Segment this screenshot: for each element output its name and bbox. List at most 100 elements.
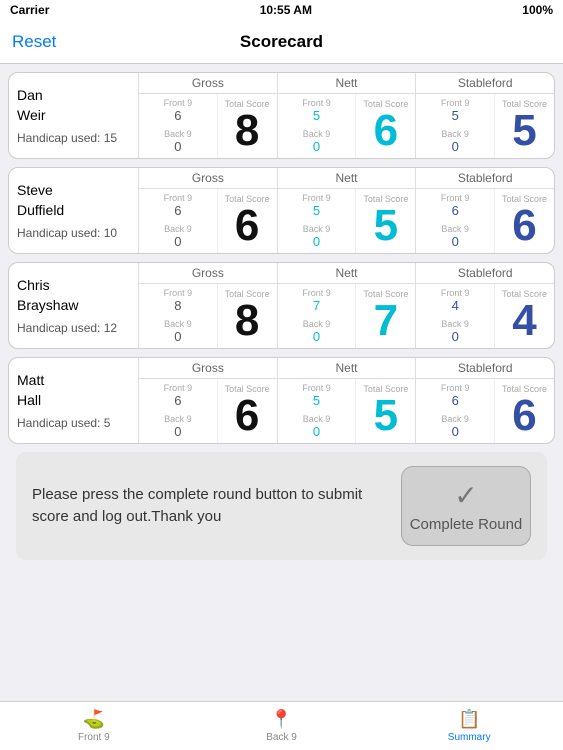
gross-back-0: Back 9 0 (141, 129, 215, 154)
gross-total-0: Total Score 8 (217, 94, 277, 158)
stableford-total-num-1: 6 (512, 204, 536, 248)
reset-button[interactable]: Reset (12, 32, 56, 52)
player-card-3: MattHall Handicap used: 5 Gross Nett Sta… (8, 357, 555, 444)
stableford-header-3: Stableford (415, 358, 554, 378)
nett-total-2: Total Score 7 (355, 284, 415, 348)
score-body-0: Front 9 6 Back 9 0 Total Score 8 (139, 94, 554, 158)
gross-total-2: Total Score 8 (217, 284, 277, 348)
stableford-back-3: Back 9 0 (418, 414, 492, 439)
gross-total-1: Total Score 6 (217, 189, 277, 253)
gross-section-1: Front 9 6 Back 9 0 Total Score 6 (139, 189, 277, 253)
player-card-2: ChrisBrayshaw Handicap used: 12 Gross Ne… (8, 262, 555, 349)
gross-header-3: Gross (139, 358, 277, 378)
tab-summary-label: Summary (448, 732, 491, 743)
gross-total-3: Total Score 6 (217, 379, 277, 443)
stableford-front-3: Front 9 6 (418, 383, 492, 408)
stableford-total-3: Total Score 6 (494, 379, 554, 443)
stableford-front-2: Front 9 4 (418, 288, 492, 313)
status-bar: Carrier 10:55 AM 100% (0, 0, 563, 20)
stableford-section-1: Front 9 6 Back 9 0 Total Score 6 (415, 189, 554, 253)
player-handicap-1: Handicap used: 10 (17, 226, 130, 240)
player-info-2: ChrisBrayshaw Handicap used: 12 (9, 263, 139, 348)
checkmark-icon: ✓ (454, 479, 477, 512)
flag-icon: ⛳ (83, 709, 105, 730)
gross-section-0: Front 9 6 Back 9 0 Total Score 8 (139, 94, 277, 158)
stableford-halves-2: Front 9 4 Back 9 0 (416, 284, 494, 348)
stableford-total-0: Total Score 5 (494, 94, 554, 158)
stableford-header-1: Stableford (415, 168, 554, 188)
gross-total-num-0: 8 (235, 109, 259, 153)
stableford-back-2: Back 9 0 (418, 319, 492, 344)
tab-front9-label: Front 9 (78, 732, 110, 743)
gross-halves-1: Front 9 6 Back 9 0 (139, 189, 217, 253)
nett-section-1: Front 9 5 Back 9 0 Total Score 5 (277, 189, 416, 253)
stableford-total-num-0: 5 (512, 109, 536, 153)
gross-front-1: Front 9 6 (141, 193, 215, 218)
section-headers-3: Gross Nett Stableford (139, 358, 554, 379)
gross-total-num-2: 8 (235, 299, 259, 343)
player-cards-container: DanWeir Handicap used: 15 Gross Nett Sta… (8, 72, 555, 444)
nett-section-2: Front 9 7 Back 9 0 Total Score 7 (277, 284, 416, 348)
stableford-front-1: Front 9 6 (418, 193, 492, 218)
nav-bar: Reset Scorecard (0, 20, 563, 64)
section-headers-2: Gross Nett Stableford (139, 263, 554, 284)
player-name-0: DanWeir (17, 86, 130, 125)
nett-section-3: Front 9 5 Back 9 0 Total Score 5 (277, 379, 416, 443)
gross-total-num-3: 6 (235, 394, 259, 438)
player-card-1: SteveDuffield Handicap used: 10 Gross Ne… (8, 167, 555, 254)
player-info-1: SteveDuffield Handicap used: 10 (9, 168, 139, 253)
tab-back9[interactable]: 📍 Back 9 (188, 702, 376, 750)
doc-icon: 📋 (458, 709, 480, 730)
section-headers-0: Gross Nett Stableford (139, 73, 554, 94)
gross-back-2: Back 9 0 (141, 319, 215, 344)
gross-back-3: Back 9 0 (141, 414, 215, 439)
nett-back-1: Back 9 0 (280, 224, 354, 249)
gross-total-num-1: 6 (235, 204, 259, 248)
gross-halves-3: Front 9 6 Back 9 0 (139, 379, 217, 443)
player-scores-1: Gross Nett Stableford Front 9 6 Ba (139, 168, 554, 253)
nett-front-0: Front 9 5 (280, 98, 354, 123)
nett-header-2: Nett (277, 263, 416, 283)
complete-round-button[interactable]: ✓ Complete Round (401, 466, 531, 546)
score-body-2: Front 9 8 Back 9 0 Total Score 8 (139, 284, 554, 348)
nett-halves-1: Front 9 5 Back 9 0 (278, 189, 356, 253)
nett-total-num-0: 6 (374, 109, 398, 153)
stableford-back-0: Back 9 0 (418, 129, 492, 154)
player-name-2: ChrisBrayshaw (17, 276, 130, 315)
stableford-section-0: Front 9 5 Back 9 0 Total Score 5 (415, 94, 554, 158)
gross-halves-2: Front 9 8 Back 9 0 (139, 284, 217, 348)
tab-summary[interactable]: 📋 Summary (375, 702, 563, 750)
tab-front9[interactable]: ⛳ Front 9 (0, 702, 188, 750)
stableford-section-3: Front 9 6 Back 9 0 Total Score 6 (415, 379, 554, 443)
nett-front-1: Front 9 5 (280, 193, 354, 218)
stableford-halves-0: Front 9 5 Back 9 0 (416, 94, 494, 158)
stableford-front-0: Front 9 5 (418, 98, 492, 123)
gross-front-3: Front 9 6 (141, 383, 215, 408)
stableford-back-1: Back 9 0 (418, 224, 492, 249)
nett-header-3: Nett (277, 358, 416, 378)
gross-header-0: Gross (139, 73, 277, 93)
gross-section-2: Front 9 8 Back 9 0 Total Score 8 (139, 284, 277, 348)
pin-icon: 📍 (270, 709, 292, 730)
complete-round-section: Please press the complete round button t… (16, 452, 547, 560)
score-body-3: Front 9 6 Back 9 0 Total Score 6 (139, 379, 554, 443)
gross-front-2: Front 9 8 (141, 288, 215, 313)
stableford-total-1: Total Score 6 (494, 189, 554, 253)
nett-header-1: Nett (277, 168, 416, 188)
gross-section-3: Front 9 6 Back 9 0 Total Score 6 (139, 379, 277, 443)
nett-total-num-3: 5 (374, 394, 398, 438)
player-name-3: MattHall (17, 371, 130, 410)
nett-total-num-1: 5 (374, 204, 398, 248)
nett-halves-3: Front 9 5 Back 9 0 (278, 379, 356, 443)
nett-total-0: Total Score 6 (355, 94, 415, 158)
time-label: 10:55 AM (260, 3, 312, 17)
nett-front-2: Front 9 7 (280, 288, 354, 313)
stableford-halves-3: Front 9 6 Back 9 0 (416, 379, 494, 443)
gross-front-0: Front 9 6 (141, 98, 215, 123)
complete-round-button-label: Complete Round (410, 516, 523, 533)
gross-header-2: Gross (139, 263, 277, 283)
tab-bar: ⛳ Front 9 📍 Back 9 📋 Summary (0, 701, 563, 750)
player-scores-3: Gross Nett Stableford Front 9 6 Ba (139, 358, 554, 443)
player-info-0: DanWeir Handicap used: 15 (9, 73, 139, 158)
gross-header-1: Gross (139, 168, 277, 188)
